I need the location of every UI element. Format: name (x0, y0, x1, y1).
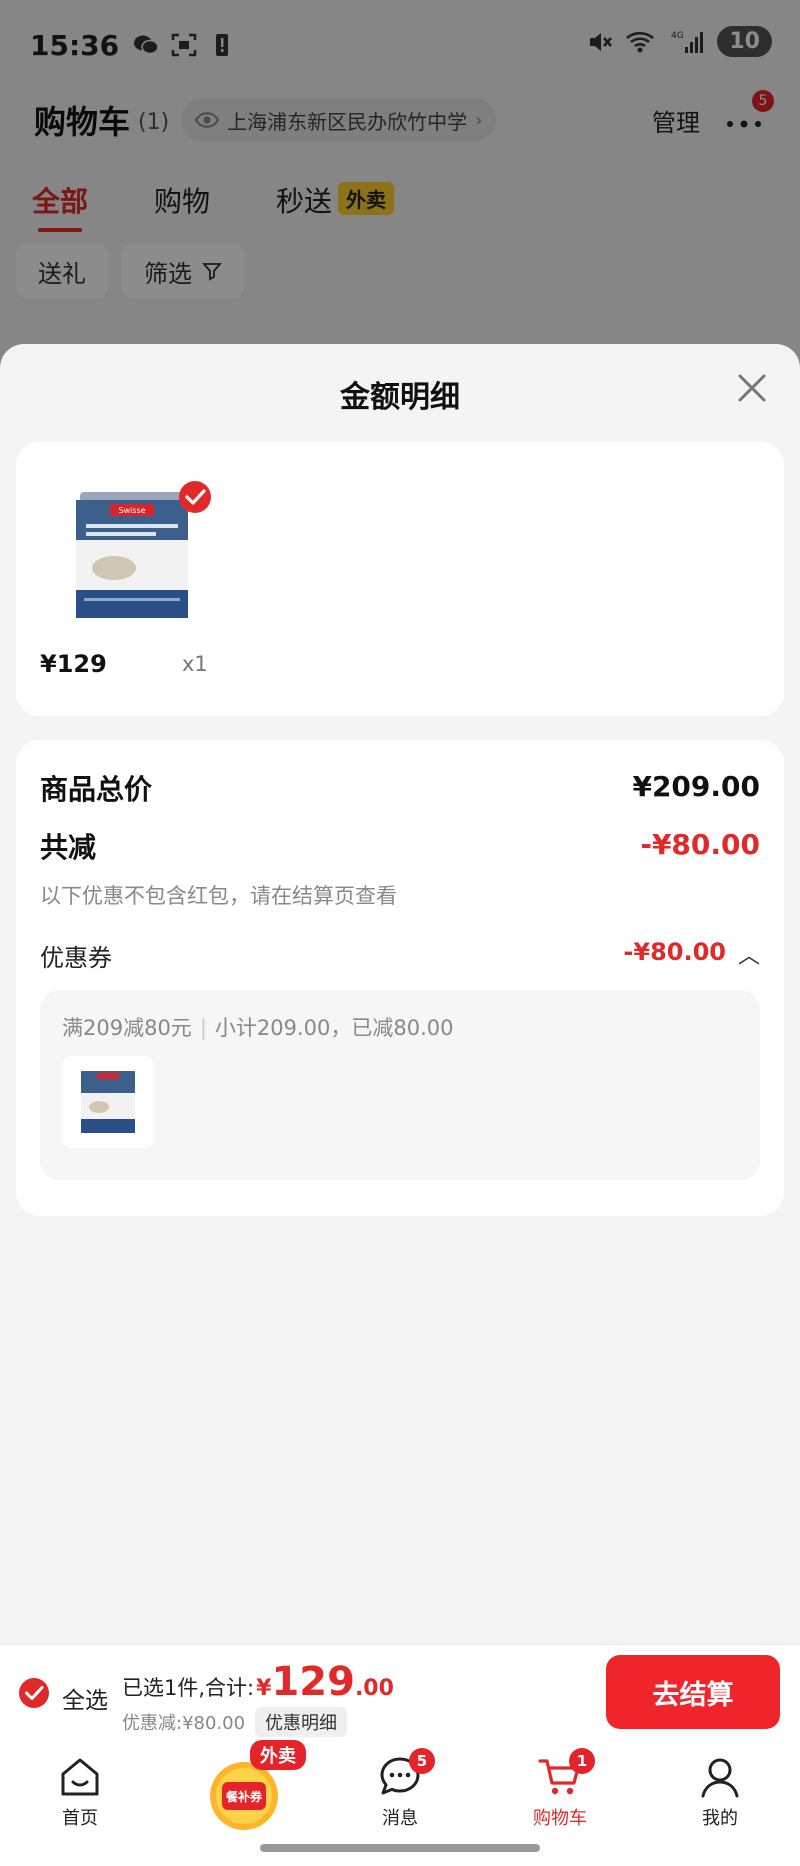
discount-text: 优惠减:¥80.00 (122, 1713, 246, 1734)
total-amount: 129 (271, 1659, 355, 1705)
coupon-label: 优惠券 (40, 944, 112, 972)
tabbar-profile-label: 我的 (702, 1808, 738, 1829)
tabbar-profile[interactable]: 我的 (665, 1754, 775, 1830)
currency-symbol: ¥ (256, 1676, 272, 1701)
checkout-button[interactable]: 去结算 (606, 1655, 780, 1729)
sheet-title: 金额明细 (340, 380, 460, 415)
tabbar-home[interactable]: 首页 (25, 1754, 135, 1830)
tabbar-home-label: 首页 (62, 1808, 98, 1829)
svg-text:餐补券: 餐补券 (226, 1789, 263, 1804)
item-price: ¥129 (40, 650, 107, 678)
product-thumbnail (81, 1071, 135, 1133)
amount-detail-sheet: 金额明细 Swisse ¥129 x1 商品总价 ¥209.00 共减 -¥80… (0, 344, 800, 1644)
bottom-tabbar: 首页 餐补券 外卖 5 消息 1 购物车 我的 (0, 1740, 800, 1866)
checkout-bar: 全选 已选1件,合计: ¥ 129 .00 优惠减:¥80.00 优惠明细 去结… (0, 1644, 800, 1740)
profile-icon (701, 1758, 739, 1798)
select-all-check-icon[interactable] (18, 1677, 50, 1709)
coupon-subtotal: 小计209.00，已减80.00 (214, 1016, 454, 1040)
coupon-product-thumb[interactable] (62, 1056, 154, 1148)
tabbar-messages[interactable]: 5 消息 (345, 1748, 455, 1830)
chevron-up-icon[interactable]: ︿ (738, 938, 760, 970)
tabbar-cart[interactable]: 1 购物车 (505, 1748, 615, 1830)
item-quantity: x1 (182, 652, 208, 676)
total-amount-decimal: .00 (354, 1676, 394, 1701)
home-icon (61, 1758, 99, 1796)
cart-badge: 1 (569, 1748, 595, 1774)
takeout-tag: 外卖 (250, 1740, 306, 1770)
tabbar-messages-label: 消息 (382, 1808, 418, 1829)
discount-line: 优惠减:¥80.00 优惠明细 (122, 1707, 348, 1737)
reduce-value: -¥80.00 (640, 828, 760, 861)
coupon-value: -¥80.00 (623, 938, 726, 966)
reduce-label: 共减 (40, 831, 97, 864)
total-label: 商品总价 (40, 773, 153, 806)
tabbar-cart-label: 购物车 (533, 1808, 587, 1829)
item-check-icon[interactable] (178, 480, 212, 514)
coupon-rule: 满209减80元 (62, 1016, 192, 1040)
coupon-detail-box: 满209减80元 | 小计209.00，已减80.00 (40, 990, 760, 1180)
select-all-label[interactable]: 全选 (62, 1681, 108, 1715)
divider: | (199, 1016, 207, 1040)
discount-note: 以下优惠不包含红包，请在结算页查看 (40, 884, 397, 908)
svg-text:Swisse: Swisse (118, 506, 145, 515)
goods-card: Swisse ¥129 x1 (16, 442, 784, 716)
coupon-rule-line: 满209减80元 | 小计209.00，已减80.00 (62, 1012, 454, 1042)
message-badge: 5 (409, 1748, 435, 1774)
total-value: ¥209.00 (632, 770, 760, 803)
total-summary: 已选1件,合计: ¥ 129 .00 (122, 1659, 394, 1705)
discount-detail-button[interactable]: 优惠明细 (255, 1707, 348, 1737)
close-icon[interactable] (732, 368, 772, 408)
price-detail-card: 商品总价 ¥209.00 共减 -¥80.00 以下优惠不包含红包，请在结算页查… (16, 740, 784, 1216)
selected-text: 已选1件,合计: (122, 1676, 255, 1700)
home-indicator[interactable] (260, 1844, 540, 1852)
